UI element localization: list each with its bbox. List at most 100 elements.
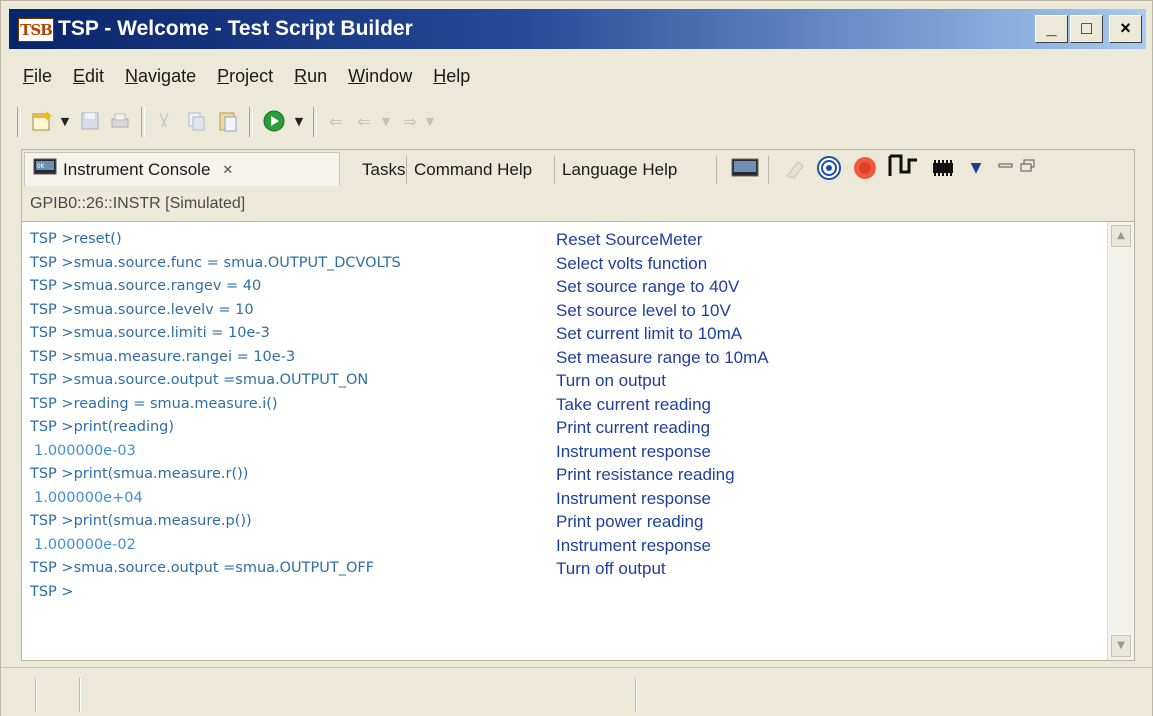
- console-annotation: Instrument response: [556, 488, 711, 508]
- console-annotation: Reset SourceMeter: [556, 230, 703, 249]
- console-command-line: TSP >print(smua.measure.p()): [30, 513, 252, 529]
- scope-icon[interactable]: [886, 154, 922, 178]
- status-divider: [35, 678, 37, 712]
- console-annotation: Set source level to 10V: [556, 300, 731, 320]
- back-icon[interactable]: ⇐: [323, 109, 349, 133]
- console-command-line: TSP >smua.source.limiti = 10e-3: [30, 325, 270, 341]
- console-command-line: TSP >print(smua.measure.r()): [30, 466, 249, 482]
- console-annotation: Print resistance reading: [556, 465, 735, 484]
- copy-icon[interactable]: [183, 109, 209, 133]
- connect-icon[interactable]: [814, 156, 844, 180]
- minimize-view-icon[interactable]: [996, 154, 1016, 178]
- tab-instrument-console-label: Instrument Console: [63, 159, 211, 179]
- console-annotation: Turn on output: [556, 371, 666, 390]
- console-annotation: [556, 581, 1076, 605]
- console-annotation: Select volts function: [556, 253, 708, 273]
- print-icon[interactable]: [107, 109, 133, 133]
- maximize-view-icon[interactable]: [1018, 154, 1038, 178]
- console-command-line: TSP >print(reading): [30, 419, 175, 435]
- scroll-up-icon[interactable]: ▲: [1111, 225, 1131, 247]
- console-command-line: TSP >: [30, 583, 74, 600]
- menu-edit[interactable]: Edit: [73, 63, 115, 89]
- main-toolbar: ▼ ▼ ⇐ ⇐ ▼ ⇒ ▼: [17, 103, 717, 139]
- forward-dropdown-icon[interactable]: ▼: [423, 109, 437, 133]
- title-bar[interactable]: TSB TSP - Welcome - Test Script Builder …: [9, 9, 1146, 49]
- console-annotation: Print power reading: [556, 512, 704, 531]
- instrument-console-icon[interactable]: [730, 156, 760, 180]
- console-response-line: 1.000000e+04: [34, 489, 143, 506]
- instrument-resource-label: GPIB0::26::INSTR [Simulated]: [30, 195, 246, 212]
- run-icon[interactable]: [259, 109, 289, 133]
- menu-help[interactable]: Help: [433, 63, 481, 89]
- tab-close-icon[interactable]: ✕: [222, 162, 233, 178]
- back-dropdown-icon[interactable]: ▼: [379, 109, 393, 133]
- status-bar: [1, 667, 1152, 716]
- console-annotation: Set source range to 40V: [556, 277, 740, 296]
- minimize-button[interactable]: _: [1035, 15, 1068, 43]
- toolbar-separator: [249, 107, 253, 137]
- console-response-line: 1.000000e-03: [34, 442, 136, 459]
- console-annotation: Print current reading: [556, 418, 711, 437]
- new-dropdown-icon[interactable]: ▼: [59, 109, 71, 133]
- tab-instrument-console[interactable]: OK Instrument Console ✕: [24, 152, 340, 186]
- back-history-icon[interactable]: ⇐: [351, 109, 377, 133]
- console-view-icon: OK: [33, 157, 57, 182]
- save-icon[interactable]: [77, 109, 103, 133]
- paste-icon[interactable]: [215, 109, 241, 133]
- view-menu-icon[interactable]: ▼: [964, 156, 988, 180]
- status-divider: [635, 678, 637, 712]
- instrument-resource-bar: GPIB0::26::INSTR [Simulated]: [21, 187, 1135, 221]
- toolbar-separator: [141, 107, 145, 137]
- console-annotation: Instrument response: [556, 441, 711, 461]
- tab-divider: [768, 156, 769, 184]
- new-icon[interactable]: [27, 109, 57, 133]
- close-button[interactable]: ×: [1109, 15, 1142, 43]
- maximize-button[interactable]: □: [1070, 15, 1103, 43]
- console-annotation: Set current limit to 10mA: [556, 324, 743, 343]
- tsb-app-icon[interactable]: TSB: [18, 18, 54, 42]
- forward-icon[interactable]: ⇒: [397, 109, 423, 133]
- abort-icon[interactable]: [850, 156, 880, 180]
- console-command-line: TSP >smua.source.output =smua.OUTPUT_ON: [30, 372, 369, 388]
- console-annotation: Set measure range to 10mA: [556, 347, 769, 367]
- menu-window[interactable]: Window: [348, 63, 423, 89]
- tab-divider: [406, 156, 407, 184]
- clear-console-icon[interactable]: [780, 156, 810, 180]
- tab-divider: [554, 156, 555, 184]
- run-dropdown-icon[interactable]: ▼: [293, 109, 305, 133]
- tab-command-help[interactable]: Command Help: [414, 158, 532, 182]
- tab-language-help[interactable]: Language Help: [562, 158, 677, 182]
- console-annotations: Reset SourceMeter Select volts function Se…: [556, 228, 1076, 604]
- svg-text:OK: OK: [37, 163, 45, 170]
- console-command-line: TSP >smua.source.func = smua.OUTPUT_DCVO…: [30, 254, 401, 271]
- console-annotation: Turn off output: [556, 559, 666, 578]
- toolbar-separator: [17, 107, 21, 137]
- menu-bar: File Edit Navigate Project Run Window He…: [23, 63, 491, 89]
- console-annotation: Instrument response: [556, 535, 711, 555]
- window-controls: _ □ ×: [1035, 15, 1142, 43]
- window-title: TSP - Welcome - Test Script Builder: [58, 17, 413, 40]
- console-annotation: Take current reading: [556, 394, 711, 414]
- console-command-line: TSP >smua.source.rangev = 40: [30, 278, 262, 294]
- menu-run[interactable]: Run: [294, 63, 338, 89]
- cut-icon[interactable]: [151, 109, 177, 133]
- tab-tasks[interactable]: Tasks: [362, 158, 405, 182]
- scroll-down-icon[interactable]: ▼: [1111, 635, 1131, 657]
- menu-navigate[interactable]: Navigate: [125, 63, 207, 89]
- menu-file[interactable]: File: [23, 63, 63, 89]
- console-command-line: TSP >smua.source.levelv = 10: [30, 301, 254, 318]
- console-lines: TSP >reset() TSP >smua.source.func = smua…: [30, 228, 530, 604]
- console-command-line: TSP >smua.source.output =smua.OUTPUT_OFF: [30, 560, 375, 576]
- view-tab-strip: OK Instrument Console ✕ Tasks Command He…: [21, 149, 1135, 187]
- tab-divider: [716, 156, 717, 184]
- console-command-line: TSP >reset(): [30, 231, 122, 247]
- toolbar-separator: [313, 107, 317, 137]
- console-response-line: 1.000000e-02: [34, 536, 136, 553]
- menu-project[interactable]: Project: [217, 63, 284, 89]
- chip-icon[interactable]: [928, 156, 958, 180]
- console-vertical-scrollbar[interactable]: ▲ ▼: [1107, 222, 1134, 660]
- instrument-console-output[interactable]: TSP >reset() TSP >smua.source.func = smua…: [21, 221, 1135, 661]
- app-window: TSB TSP - Welcome - Test Script Builder …: [0, 0, 1153, 716]
- console-command-line: TSP >smua.measure.rangei = 10e-3: [30, 348, 296, 365]
- status-divider: [79, 678, 81, 712]
